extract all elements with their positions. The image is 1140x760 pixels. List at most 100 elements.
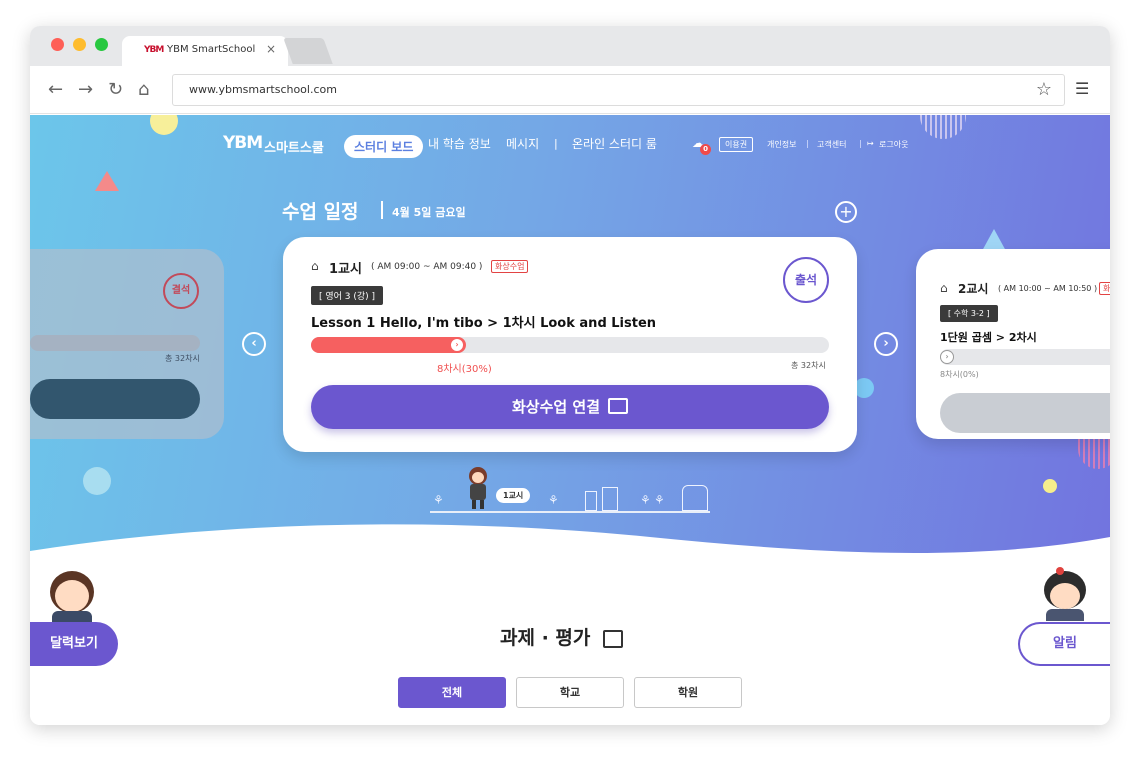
new-tab-button[interactable] [283, 38, 333, 64]
back-arrow-icon[interactable]: ← [48, 79, 63, 100]
logout-icon[interactable]: ↦ [867, 139, 874, 148]
schedule-date: 4월 5일 금요일 [392, 206, 466, 219]
flower-icon: ⚘ [548, 493, 559, 507]
pass-link[interactable]: 이용권 [719, 137, 754, 152]
util-separator: | [806, 139, 809, 148]
browser-tab[interactable]: YBM YBM SmartSchool × [122, 36, 288, 66]
tab-bar: YBM YBM SmartSchool × [30, 26, 1110, 66]
notebook-pen-icon [603, 629, 623, 648]
filter-academy-button[interactable]: 학원 [634, 677, 742, 708]
building-icon [585, 491, 597, 511]
progress-knob-icon: › [940, 350, 954, 364]
class-type-tag: 화 [1099, 282, 1110, 295]
nav-my-learning[interactable]: 내 학습 정보 [428, 135, 491, 152]
util-separator: | [859, 139, 862, 148]
absent-badge: 결석 [163, 273, 199, 309]
period-label: 2교시 [958, 282, 989, 296]
decor-triangle [982, 229, 1006, 251]
progress-track [30, 335, 200, 351]
progress-track: › [940, 349, 1110, 365]
nav-messages[interactable]: 메시지 [506, 135, 539, 152]
address-bar[interactable]: www.ybmsmartschool.com ☆ [172, 74, 1065, 106]
subject-tag: [ 수학 3-2 ] [940, 305, 998, 322]
browser-toolbar: ← → ↻ ⌂ www.ybmsmartschool.com ☆ ☰ [30, 66, 1110, 114]
decor-triangle [95, 171, 119, 191]
school-building-icon [682, 485, 708, 511]
ybm-logo[interactable]: YBM [223, 133, 263, 153]
period-label: 1교시 [329, 262, 362, 277]
character-student-icon [1040, 567, 1090, 621]
period-time: ( AM 10:00 ~ AM 10:50 ) [998, 284, 1098, 293]
browser-window: YBM YBM SmartSchool × ← → ↻ ⌂ www.ybmsma… [30, 26, 1110, 725]
decor-circle [83, 467, 111, 495]
ybm-favicon-icon: YBM [144, 45, 164, 55]
student-character-icon [467, 467, 489, 511]
profile-link[interactable]: 개인정보 [767, 139, 796, 150]
schedule-card-previous[interactable]: 결석 총 32차시 [30, 249, 224, 439]
home-icon[interactable]: ⌂ [138, 79, 149, 100]
logout-link[interactable]: 로그아웃 [879, 139, 908, 150]
next-arrow-icon[interactable]: › [874, 332, 898, 356]
hero-banner: YBM 스마트스쿨 스터디 보드 내 학습 정보 메시지 | 온라인 스터디 룸… [30, 115, 1110, 560]
filter-all-button[interactable]: 전체 [398, 677, 506, 708]
prev-arrow-icon[interactable]: ‹ [242, 332, 266, 356]
school-icon: ⌂ [311, 259, 319, 273]
forward-arrow-icon[interactable]: → [78, 79, 93, 100]
total-sessions: 총 32차시 [791, 361, 826, 370]
subject-tag: [ 영어 3 (강) ] [311, 286, 384, 305]
progress-fill [311, 337, 466, 353]
filter-school-button[interactable]: 학교 [516, 677, 624, 708]
progress-text: 8차시(0%) [940, 370, 979, 379]
school-icon: ⌂ [940, 281, 948, 295]
reload-icon[interactable]: ↻ [108, 79, 123, 100]
progress-track: › [311, 337, 829, 353]
flower-icon: ⚘ [640, 493, 651, 507]
bookmark-star-icon[interactable]: ☆ [1036, 79, 1052, 100]
calendar-button[interactable]: 달력보기 [30, 622, 118, 666]
title-divider [381, 201, 383, 219]
decor-striped-circle [1078, 435, 1110, 469]
tab-title: YBM SmartSchool [167, 44, 256, 55]
notification-button[interactable]: 알림 [1018, 622, 1110, 666]
close-window-button[interactable] [51, 38, 64, 51]
minimize-window-button[interactable] [73, 38, 86, 51]
building-icon [602, 487, 618, 511]
decor-circle [150, 115, 178, 135]
logo-text: 스마트스쿨 [264, 141, 324, 156]
lesson-title: 1단원 곱셈 > 2차시 [940, 331, 1037, 344]
video-screen-icon [608, 397, 629, 414]
current-period-badge: 1교시 [496, 488, 531, 503]
total-sessions: 총 32차시 [165, 354, 200, 363]
nav-separator: | [554, 137, 558, 150]
timeline-ground [430, 511, 710, 513]
class-type-tag: 화상수업 [491, 260, 529, 273]
tab-close-icon[interactable]: × [266, 42, 276, 56]
hero-wave [30, 524, 1110, 575]
nav-online-study-room[interactable]: 온라인 스터디 룸 [572, 135, 657, 152]
flower-icon: ⚘ [654, 493, 665, 507]
notification-count-badge: 0 [700, 144, 711, 155]
schedule-card-next[interactable]: ⌂ 2교시 ( AM 10:00 ~ AM 10:50 ) 화 [ 수학 3-2… [916, 249, 1110, 439]
browser-menu-icon[interactable]: ☰ [1075, 79, 1089, 98]
video-connect-button[interactable] [940, 393, 1110, 433]
maximize-window-button[interactable] [95, 38, 108, 51]
support-link[interactable]: 고객센터 [817, 139, 846, 150]
add-schedule-button[interactable]: + [835, 201, 857, 223]
flower-icon: ⚘ [433, 493, 444, 507]
decor-circle [854, 378, 874, 398]
assignments-title-text: 과제 · 평가 [500, 627, 591, 649]
nav-study-board[interactable]: 스터디 보드 [344, 135, 424, 158]
schedule-card-current: ⌂ 1교시 ( AM 09:00 ~ AM 09:40 ) 화상수업 출석 [ … [283, 237, 857, 452]
character-teacher-icon [46, 571, 98, 625]
video-connect-button[interactable] [30, 379, 200, 419]
schedule-title: 수업 일정 [282, 201, 359, 223]
progress-knob-icon: › [450, 338, 464, 352]
assignments-title: 과제 · 평가 [500, 623, 623, 650]
video-connect-label: 화상수업 연결 [511, 398, 601, 416]
page-content: YBM 스마트스쿨 스터디 보드 내 학습 정보 메시지 | 온라인 스터디 룸… [30, 115, 1110, 725]
decor-striped-circle [920, 115, 966, 139]
decor-circle [1043, 479, 1057, 493]
lesson-title[interactable]: Lesson 1 Hello, I'm tibo > 1차시 Look and … [311, 312, 656, 331]
period-time: ( AM 09:00 ~ AM 09:40 ) [371, 262, 483, 272]
video-connect-button[interactable]: 화상수업 연결 [311, 385, 829, 429]
